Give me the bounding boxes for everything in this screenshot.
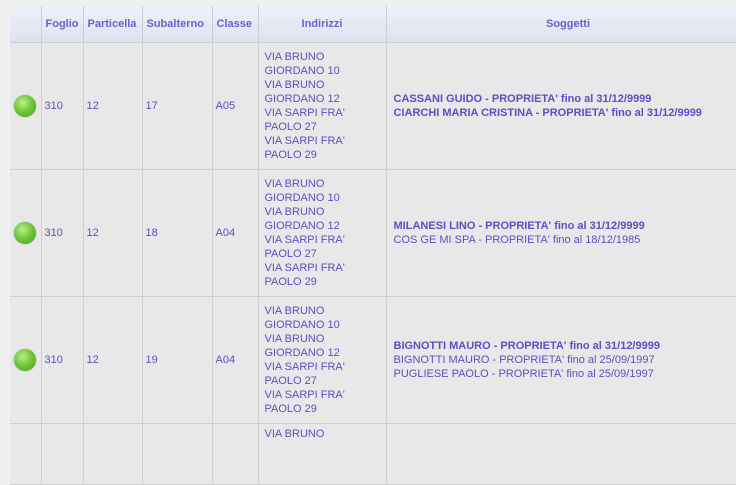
particella-cell: 12 [83,43,142,170]
address-line: VIA SARPI FRA' [265,261,383,275]
status-green-dot-icon [14,222,36,244]
particella-cell: 12 [83,170,142,297]
address-line: VIA SARPI FRA' [265,106,383,120]
soggetto-entry: BIGNOTTI MAURO - PROPRIETA' fino al 31/1… [394,339,736,353]
indirizzi-cell: VIA BRUNO GIORDANO 10 VIA BRUNO GIORDANO… [258,297,386,424]
classe-cell: A05 [212,43,258,170]
subalterno-cell: 17 [142,43,212,170]
address-line: VIA BRUNO [265,50,383,64]
header-status [10,6,41,43]
header-classe[interactable]: Classe [212,6,258,43]
header-foglio[interactable]: Foglio [41,6,83,43]
indirizzi-cell: VIA BRUNO GIORDANO 10 VIA BRUNO GIORDANO… [258,170,386,297]
table-row[interactable]: 310 12 19 A04 VIA BRUNO GIORDANO 10 VIA … [10,297,736,424]
particella-cell [83,424,142,485]
table-header-row: Foglio Particella Subalterno Classe Indi… [10,6,736,43]
address-line: GIORDANO 10 [265,318,383,332]
address-line: VIA SARPI FRA' [265,233,383,247]
particella-cell: 12 [83,297,142,424]
results-table: Foglio Particella Subalterno Classe Indi… [10,6,736,485]
address-line: GIORDANO 12 [265,346,383,360]
address-line: PAOLO 29 [265,402,383,416]
table-body: 310 12 17 A05 VIA BRUNO GIORDANO 10 VIA … [10,43,736,485]
table-row[interactable]: 310 12 17 A05 VIA BRUNO GIORDANO 10 VIA … [10,43,736,170]
results-table-container: Foglio Particella Subalterno Classe Indi… [10,6,736,485]
status-cell [10,424,41,485]
table-row[interactable]: VIA BRUNO [10,424,736,485]
header-soggetti[interactable]: Soggetti [386,6,736,43]
classe-cell [212,424,258,485]
soggetto-entry: BIGNOTTI MAURO - PROPRIETA' fino al 25/0… [394,353,736,367]
subalterno-cell: 18 [142,170,212,297]
status-cell [10,297,41,424]
soggetto-entry: CIARCHI MARIA CRISTINA - PROPRIETA' fino… [394,106,736,120]
soggetti-cell: MILANESI LINO - PROPRIETA' fino al 31/12… [386,170,736,297]
indirizzi-cell: VIA BRUNO [258,424,386,485]
status-cell [10,43,41,170]
address-line: VIA BRUNO [265,78,383,92]
address-line: VIA BRUNO [265,332,383,346]
soggetti-cell [386,424,736,485]
address-line: PAOLO 29 [265,275,383,289]
soggetti-cell: BIGNOTTI MAURO - PROPRIETA' fino al 31/1… [386,297,736,424]
foglio-cell: 310 [41,43,83,170]
header-subalterno[interactable]: Subalterno [142,6,212,43]
address-line: PAOLO 27 [265,120,383,134]
header-particella[interactable]: Particella [83,6,142,43]
address-line: PAOLO 27 [265,374,383,388]
foglio-cell: 310 [41,297,83,424]
indirizzi-cell: VIA BRUNO GIORDANO 10 VIA BRUNO GIORDANO… [258,43,386,170]
address-line: GIORDANO 10 [265,191,383,205]
table-row[interactable]: 310 12 18 A04 VIA BRUNO GIORDANO 10 VIA … [10,170,736,297]
subalterno-cell [142,424,212,485]
classe-cell: A04 [212,170,258,297]
soggetti-cell: CASSANI GUIDO - PROPRIETA' fino al 31/12… [386,43,736,170]
address-line: PAOLO 29 [265,148,383,162]
address-line: VIA BRUNO [265,424,383,441]
address-line: GIORDANO 12 [265,92,383,106]
classe-cell: A04 [212,297,258,424]
status-cell [10,170,41,297]
soggetto-entry: PUGLIESE PAOLO - PROPRIETA' fino al 25/0… [394,367,736,381]
status-green-dot-icon [14,349,36,371]
address-line: VIA BRUNO [265,304,383,318]
soggetto-entry: MILANESI LINO - PROPRIETA' fino al 31/12… [394,219,736,233]
address-line: VIA SARPI FRA' [265,134,383,148]
address-line: VIA BRUNO [265,205,383,219]
soggetto-entry: CASSANI GUIDO - PROPRIETA' fino al 31/12… [394,92,736,106]
address-line: GIORDANO 10 [265,64,383,78]
subalterno-cell: 19 [142,297,212,424]
soggetto-entry: COS GE MI SPA - PROPRIETA' fino al 18/12… [394,233,736,247]
foglio-cell: 310 [41,170,83,297]
header-indirizzi[interactable]: Indirizzi [258,6,386,43]
address-line: VIA BRUNO [265,177,383,191]
address-line: VIA SARPI FRA' [265,388,383,402]
status-green-dot-icon [14,95,36,117]
foglio-cell [41,424,83,485]
address-line: GIORDANO 12 [265,219,383,233]
address-line: VIA SARPI FRA' [265,360,383,374]
address-line: PAOLO 27 [265,247,383,261]
